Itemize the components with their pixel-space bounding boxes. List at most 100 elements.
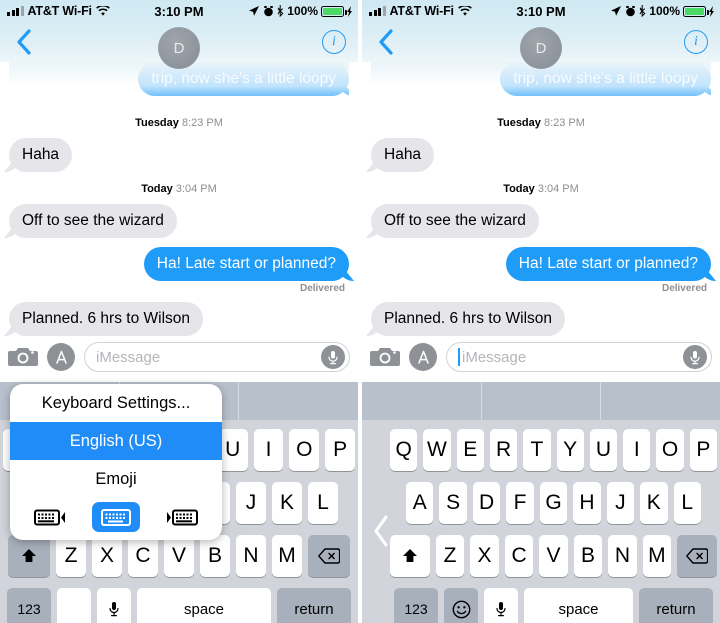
backspace-key[interactable] [677,535,717,577]
camera-icon [8,348,38,366]
key-V[interactable]: V [539,535,568,577]
text-cursor [458,348,460,366]
battery-percent-label: 100% [287,4,318,18]
prediction-slot[interactable] [239,382,358,420]
timestamp-day: Tuesday [497,117,541,129]
prediction-slot[interactable] [482,382,602,420]
info-button[interactable]: i [684,30,708,54]
key-R[interactable]: R [489,429,518,471]
key-N[interactable]: N [236,535,266,577]
location-arrow-icon [249,6,260,16]
key-V[interactable]: V [164,535,194,577]
key-E[interactable]: E [456,429,484,471]
key-S[interactable]: S [439,482,467,524]
backspace-key[interactable] [308,535,350,577]
language-item-english-us[interactable]: English (US) [10,422,222,460]
charging-bolt-icon [347,5,352,17]
message-input-placeholder: iMessage [96,348,161,366]
key-K[interactable]: K [640,482,668,524]
globe-key[interactable] [57,588,91,623]
keyboard-left-glyph [33,509,65,526]
avatar[interactable]: D [520,27,562,69]
key-O[interactable]: O [289,429,320,471]
key-L[interactable]: L [673,482,701,524]
keyboard-right-icon[interactable] [157,502,205,532]
key-L[interactable]: L [308,482,338,524]
app-store-button[interactable] [409,343,437,371]
return-key[interactable]: return [639,588,713,623]
location-arrow-icon [611,6,622,16]
prediction-slot[interactable] [601,382,720,420]
language-item-emoji[interactable]: Emoji [10,460,222,498]
keyboard-settings-popup: Keyboard Settings... English (US) Emoji [10,384,222,540]
key-B[interactable]: B [573,535,603,577]
key-X[interactable]: X [92,535,122,577]
one-handed-expand-handle[interactable] [372,514,390,554]
return-key[interactable]: return [277,588,351,623]
key-K[interactable]: K [272,482,302,524]
prediction-slot[interactable] [362,382,482,420]
key-Q[interactable]: Q [390,429,418,471]
key-I[interactable]: I [253,429,284,471]
key-A[interactable]: A [406,482,434,524]
key-M[interactable]: M [642,535,672,577]
dictation-button[interactable] [683,345,707,369]
key-F[interactable]: F [506,482,534,524]
bluetooth-icon [639,5,646,17]
shift-arrow-icon [402,548,417,562]
key-Z[interactable]: Z [435,535,465,577]
key-O[interactable]: O [656,429,684,471]
info-button[interactable]: i [322,30,346,54]
dictation-key[interactable] [97,588,131,623]
shift-key[interactable] [390,535,430,577]
shift-key[interactable] [8,535,50,577]
key-X[interactable]: X [470,535,499,577]
keyboard-row-2: A S D F G H J K L [390,482,717,524]
emoji-key[interactable] [444,588,478,623]
message-bubble: Off to see the wizard [371,204,539,238]
key-D[interactable]: D [472,482,501,524]
key-P[interactable]: P [325,429,355,471]
key-P[interactable]: P [689,429,717,471]
keyboard-row-3: Z X C V B N M [390,535,717,577]
space-key[interactable]: space [524,588,633,623]
dictation-key[interactable] [484,588,518,623]
key-W[interactable]: W [423,429,451,471]
key-M[interactable]: M [272,535,302,577]
message-input-field[interactable]: iMessage [446,342,712,372]
key-J[interactable]: J [236,482,266,524]
message-input-bar: iMessage [362,335,720,382]
camera-button[interactable] [8,345,38,369]
keyboard-left-icon[interactable] [27,502,75,532]
camera-button[interactable] [370,345,400,369]
timestamp-divider: Tuesday 8:23 PM [371,117,711,129]
key-J[interactable]: J [606,482,635,524]
app-store-button[interactable] [47,343,75,371]
back-button[interactable] [10,27,36,57]
key-G[interactable]: G [539,482,568,524]
app-store-icon [55,350,67,364]
key-Z[interactable]: Z [56,535,86,577]
dual-screenshot-stage: AT&T Wi-Fi 3:10 PM 100% D i trip, now sh… [0,0,720,623]
dictation-button[interactable] [321,345,345,369]
back-button[interactable] [372,27,398,57]
keyboard-center-icon[interactable] [91,502,140,532]
key-B[interactable]: B [200,535,230,577]
keyboard-settings-item[interactable]: Keyboard Settings... [10,384,222,422]
avatar[interactable]: D [158,27,200,69]
key-H[interactable]: H [573,482,601,524]
timestamp-divider: Tuesday 8:23 PM [9,117,349,129]
key-U[interactable]: U [589,429,618,471]
numbers-key[interactable]: 123 [7,588,51,623]
key-N[interactable]: N [608,535,637,577]
conversation-list: trip, now she's a little loopy Tuesday 8… [0,62,358,336]
key-I[interactable]: I [623,429,651,471]
key-C[interactable]: C [504,535,534,577]
key-U[interactable]: U [217,429,248,471]
key-Y[interactable]: Y [556,429,584,471]
message-input-field[interactable]: iMessage [84,342,350,372]
key-T[interactable]: T [523,429,551,471]
numbers-key[interactable]: 123 [394,588,438,623]
key-C[interactable]: C [128,535,158,577]
space-key[interactable]: space [137,588,271,623]
